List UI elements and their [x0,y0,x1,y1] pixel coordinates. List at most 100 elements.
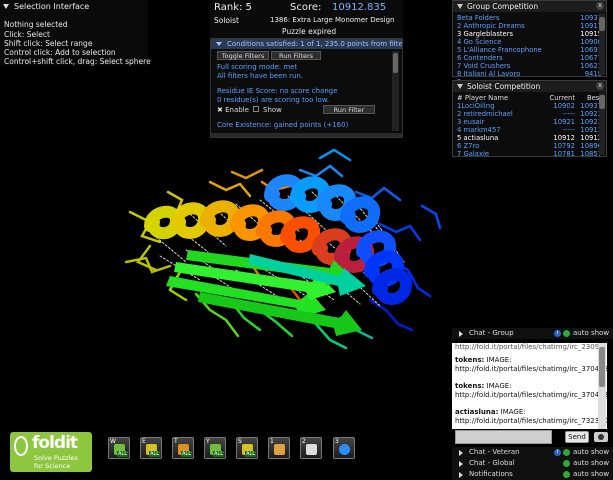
collapse-triangle-icon[interactable] [3,4,9,9]
notes-button[interactable]: 2 [300,437,322,459]
puzzle-name: 1386: Extra Large Monomer Design [270,16,395,24]
chat-input[interactable] [455,430,552,444]
show-checkbox[interactable] [253,106,259,112]
puzzle-status: Puzzle expired [282,27,337,36]
expand-arrow-icon [459,472,463,478]
player-best: 10912 [580,134,602,142]
wiggle-all-button[interactable]: W ALL [108,437,130,459]
chat-image-link[interactable]: http://fold.it/portal/files/chatimg/irc_… [455,391,607,399]
soloist-scrollbar-thumb[interactable] [599,95,605,109]
soloist-competition-header[interactable]: Soloist Competition x [453,81,606,92]
player-name: 3 eusair [457,118,485,126]
filters-header[interactable]: Conditions satisfied: 1 of 1, 235.0 poin… [211,39,402,49]
info-icon[interactable]: i [554,330,561,337]
player-best: 10921 [580,118,602,126]
foldit-logo[interactable]: foldit Solve Puzzles for Science [10,432,92,472]
group-name: 5 L'Alliance Francophone [457,46,542,54]
score-label: Score: [290,2,322,13]
notifications-bar[interactable]: Notifications auto show [452,469,613,480]
chat-global-label: Chat - Global [469,459,515,467]
group-name: Beta Folders [457,14,500,22]
ribbon-icon [14,436,28,456]
logo-tagline-1: Solve Puzzles [34,454,78,462]
close-icon[interactable]: x [596,82,604,90]
logo-brand: foldit [32,433,78,453]
chat-author: tokens: [455,356,485,364]
close-icon[interactable]: x [596,2,604,10]
panel-resize-handle[interactable] [211,133,402,137]
selection-help-click: Click: Select [4,30,50,39]
group-name: 8 Italiani Al Lavoro [457,70,521,78]
group-best: 10621 [580,62,602,70]
group-competition-header[interactable]: Group Competition x [453,1,606,12]
action-1-button[interactable]: 1 [268,437,290,459]
chat-group-bar[interactable]: Chat - Group i auto show [452,328,613,339]
filters-scrollbar-thumb[interactable] [393,53,398,73]
enable-label: Enable [225,106,249,114]
filter-line-core-existence: Core Existence: gained points (+160) [217,121,349,129]
chat-scrollbar[interactable] [598,343,606,429]
player-best: 10857 [580,150,602,158]
show-label: Show [263,106,282,114]
col-best: Best [586,94,602,102]
expand-arrow-icon [459,461,463,467]
shortcut-key-label: 1 [270,438,274,445]
notepad-icon [306,444,317,455]
chat-message-header: actiasluna: IMAGE: [455,408,526,416]
filters-scrollbar[interactable] [392,51,399,131]
chat-image-link[interactable]: http://fold.it/portal/files/chatimg/irc_… [455,417,607,425]
shortcut-key-label: 3 [335,438,339,445]
player-current: 10921 [553,118,575,126]
group-scrollbar-thumb[interactable] [599,17,605,31]
group-best: 10915 [580,30,602,38]
chat-image-link[interactable]: http://fold.it/portal/files/chatimg/irc_… [455,365,607,373]
soloist-scrollbar[interactable] [599,93,605,155]
chat-top-url: http://fold.it/portal/files/chatimg/irc_… [455,343,607,351]
tweak-all-button[interactable]: T ALL [172,437,194,459]
soloist-competition-panel: Soloist Competition x # Player Name Curr… [452,80,607,158]
shortcut-key-label: T [174,438,178,445]
soloist-competition-title: Soloist Competition [467,82,541,91]
chat-log[interactable]: http://fold.it/portal/files/chatimg/irc_… [452,343,607,429]
toggle-filters-button[interactable]: Toggle Filters [217,51,269,60]
player-current: 10781 [553,150,575,158]
shortcut-key-label: 2 [302,438,306,445]
group-scrollbar[interactable] [599,13,605,75]
auto-show-label: auto show [573,329,610,337]
run-filters-button[interactable]: Run Filters [271,51,321,60]
run-filter-button[interactable]: Run Filter [323,105,375,114]
auto-show-toggle[interactable] [563,471,570,478]
chat-scrollbar-thumb[interactable] [599,347,605,387]
wiggle-sidechains-button[interactable]: Y ALL [204,437,226,459]
group-name: 7 Void Crushers [457,62,511,70]
chat-global-bar[interactable]: Chat - Global auto show [452,458,613,469]
info-icon[interactable]: i [554,449,561,456]
player-current: 10902 [553,102,575,110]
auto-show-toggle[interactable] [563,330,570,337]
score-panel: Rank: 5 Score: 10912.835 Soloist 1386: E… [210,0,403,38]
shake-sidechains-all-button[interactable]: S ALL [236,437,258,459]
selection-help-control: Control click: Add to selection [4,48,116,57]
chat-author: actiasluna: [455,408,499,416]
camera-icon[interactable] [594,432,608,442]
collapse-triangle-icon [457,84,463,89]
chat-veteran-bar[interactable]: Chat - Veteran i auto show [452,447,613,458]
auto-show-toggle[interactable] [563,449,570,456]
chat-message-header: tokens: IMAGE: [455,356,512,364]
player-current: 10792 [553,142,575,150]
send-button[interactable]: Send [565,431,589,443]
all-badge: ALL [149,451,160,457]
move-arrows-icon [339,444,350,455]
logo-tagline-2: for Science [34,462,71,470]
player-current: ----- [562,110,575,118]
chat-author: tokens: [455,382,485,390]
group-best: 10691 [580,46,602,54]
all-badge: ALL [213,451,224,457]
enable-checkbox[interactable]: ✖ Enable [217,106,249,114]
auto-show-toggle[interactable] [563,460,570,467]
move-tool-button[interactable]: 3 [333,437,355,459]
col-current: Current [549,94,575,102]
shake-all-button[interactable]: E ALL [140,437,162,459]
player-best: 10913 [580,126,602,134]
chat-text: IMAGE: [484,382,512,390]
